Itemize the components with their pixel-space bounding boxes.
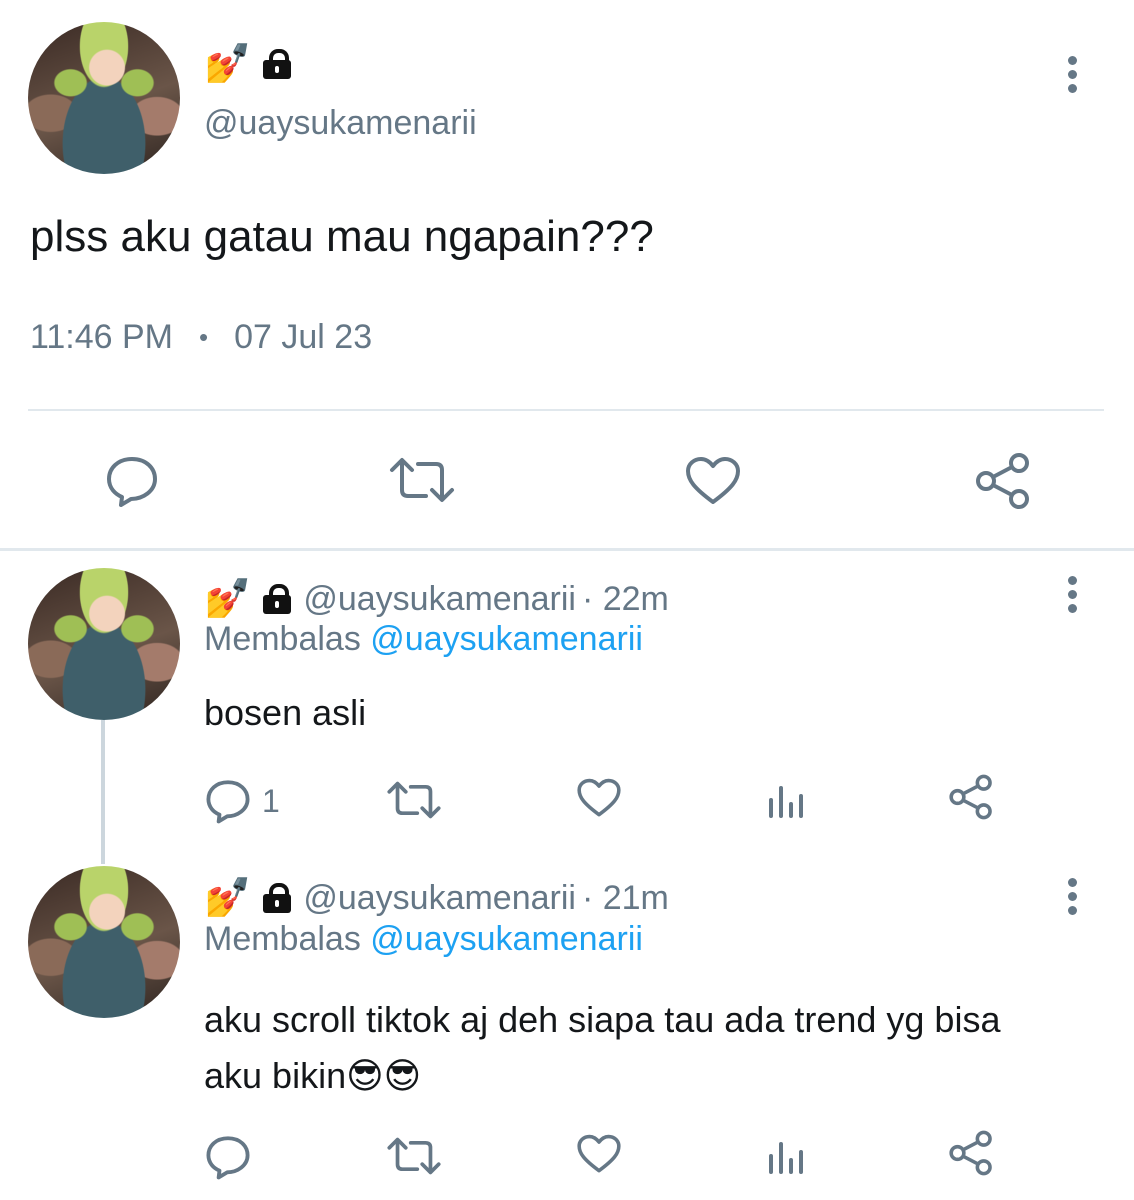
nail-polish-emoji: 💅	[204, 877, 252, 919]
replying-prefix: Membalas	[204, 620, 361, 658]
replying-prefix: Membalas	[204, 920, 361, 958]
reply-header: 💅 @uaysukamenarii · 21m	[204, 875, 669, 921]
more-options-button[interactable]	[1060, 878, 1084, 920]
share-button[interactable]	[974, 452, 1032, 510]
replying-to: Membalas @uaysukamenarii	[204, 620, 643, 659]
heart-icon	[686, 457, 740, 504]
reply-text: bosen asli	[204, 692, 367, 733]
display-name: 💅	[204, 42, 292, 86]
like-button[interactable]	[576, 778, 622, 818]
analytics-button[interactable]	[766, 1136, 806, 1176]
heart-icon	[577, 778, 621, 817]
handle[interactable]: @uaysukamenarii	[303, 580, 576, 619]
reply-button[interactable]	[104, 454, 160, 508]
tweet-time: 11:46 PM	[30, 318, 174, 356]
analytics-icon	[769, 786, 803, 818]
meta-separator: •	[199, 322, 209, 352]
reply-text-line: aku bikin😎😎	[204, 1055, 422, 1096]
avatar[interactable]	[28, 22, 180, 174]
analytics-button[interactable]	[766, 780, 806, 820]
more-options-button[interactable]	[1060, 576, 1084, 618]
reply-bubble-icon	[206, 780, 250, 824]
replying-to-handle[interactable]: @uaysukamenarii	[370, 920, 643, 958]
tweet-date: 07 Jul 23	[234, 318, 373, 356]
nail-polish-emoji: 💅	[204, 578, 252, 620]
reply-header: 💅 @uaysukamenarii · 22m	[204, 576, 669, 622]
section-divider	[0, 548, 1134, 551]
like-button[interactable]	[684, 456, 742, 506]
share-icon	[976, 453, 1029, 509]
reply-text-line: aku scroll tiktok aj deh siapa tau ada t…	[204, 999, 1001, 1040]
reply-count: 1	[262, 782, 280, 819]
reply-age: · 21m	[581, 878, 669, 917]
share-button[interactable]	[948, 774, 994, 820]
handle[interactable]: @uaysukamenarii	[204, 104, 477, 143]
avatar[interactable]	[28, 866, 180, 1018]
retweet-icon	[387, 781, 441, 819]
lock-icon	[263, 584, 292, 614]
reply-text: aku scroll tiktok aj deh siapa tau ada t…	[204, 992, 1000, 1104]
retweet-button[interactable]	[386, 780, 442, 820]
reply-bubble-icon	[206, 1136, 250, 1180]
replying-to-handle[interactable]: @uaysukamenarii	[370, 620, 643, 658]
reply-button[interactable]: 1	[204, 778, 280, 824]
reply-bubble-icon	[107, 457, 157, 507]
retweet-button[interactable]	[386, 1136, 442, 1176]
avatar[interactable]	[28, 568, 180, 720]
lock-icon	[263, 49, 292, 79]
share-button[interactable]	[948, 1130, 994, 1176]
retweet-icon	[390, 458, 454, 502]
like-button[interactable]	[576, 1134, 622, 1174]
divider	[28, 409, 1104, 411]
more-options-button[interactable]	[1060, 56, 1084, 98]
analytics-icon	[769, 1142, 803, 1174]
replying-to: Membalas @uaysukamenarii	[204, 920, 643, 959]
heart-icon	[577, 1134, 621, 1173]
lock-icon	[263, 883, 292, 913]
nail-polish-emoji: 💅	[204, 43, 252, 85]
thread-connector	[101, 720, 105, 864]
tweet-meta: 11:46 PM • 07 Jul 23	[30, 318, 372, 357]
share-icon	[949, 1130, 992, 1176]
tweet-text: plss aku gatau mau ngapain???	[30, 212, 654, 261]
retweet-icon	[387, 1137, 441, 1175]
retweet-button[interactable]	[388, 456, 456, 504]
reply-age: · 22m	[581, 579, 669, 618]
share-icon	[949, 774, 992, 820]
handle[interactable]: @uaysukamenarii	[303, 879, 576, 918]
reply-button[interactable]	[204, 1134, 252, 1180]
